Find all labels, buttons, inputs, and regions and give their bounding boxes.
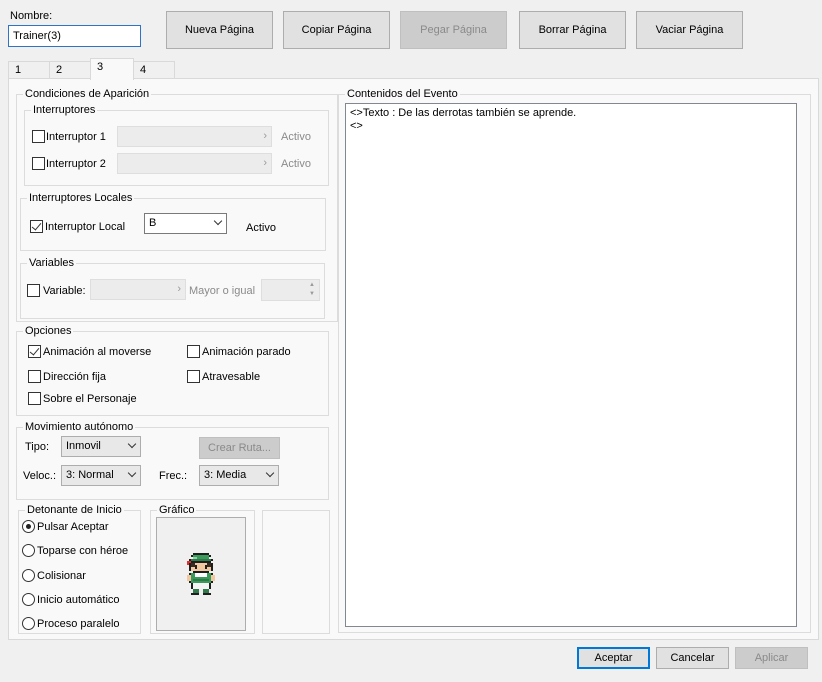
type-value: Inmovil <box>66 440 101 452</box>
graphic-title: Gráfico <box>157 503 197 517</box>
event-command-list[interactable]: <>Texto : De las derrotas también se apr… <box>345 103 797 627</box>
chevron-down-icon <box>127 468 137 478</box>
trigger-label-touch: Toparse con héroe <box>37 545 129 557</box>
tab-4[interactable]: 4 <box>133 61 175 78</box>
options-title: Opciones <box>23 324 74 338</box>
local-switch-label: Interruptor Local <box>45 221 126 233</box>
chevron-right-icon: › <box>263 130 267 142</box>
local-switch-value: B <box>149 217 157 229</box>
chevron-right-icon: › <box>177 283 181 295</box>
trigger-label-collide: Colisionar <box>37 570 86 582</box>
extra-panel <box>262 510 330 634</box>
copy-page-button[interactable]: Copiar Página <box>283 11 390 49</box>
switches-title: Interruptores <box>31 103 98 117</box>
move-anim-checkbox[interactable] <box>28 345 41 358</box>
spin-down-icon[interactable]: ▼ <box>306 290 318 299</box>
trigger-radio-parallel[interactable] <box>22 617 35 630</box>
graphic-preview[interactable] <box>156 517 246 631</box>
chevron-down-icon <box>213 216 223 226</box>
freq-label: Frec.: <box>159 470 188 482</box>
event-command-line[interactable]: <> <box>350 120 792 133</box>
tab-2[interactable]: 2 <box>49 61 91 78</box>
local-switch-state: Activo <box>246 222 276 234</box>
fixed-dir-label: Dirección fija <box>43 371 106 383</box>
name-field[interactable]: Trainer(3) <box>8 25 141 47</box>
chevron-down-icon <box>127 439 137 449</box>
switch2-label: Interruptor 2 <box>46 158 106 170</box>
through-checkbox[interactable] <box>187 370 200 383</box>
trainer-sprite <box>187 553 215 595</box>
create-route-button[interactable]: Crear Ruta... <box>199 437 280 459</box>
speed-select[interactable]: 3: Normal <box>61 465 141 486</box>
paste-page-button[interactable]: Pegar Página <box>400 11 507 49</box>
trigger-radio-touch[interactable] <box>22 544 35 557</box>
trigger-title: Detonante de Inicio <box>25 503 124 517</box>
chevron-right-icon: › <box>263 157 267 169</box>
delete-page-button[interactable]: Borrar Página <box>519 11 626 49</box>
name-label: Nombre: <box>10 10 53 22</box>
stop-anim-checkbox[interactable] <box>187 345 200 358</box>
switches-group: Interruptores <box>24 103 329 186</box>
variable-comparison: Mayor o igual <box>189 285 256 297</box>
freq-value: 3: Media <box>204 469 247 481</box>
switch2-selector[interactable]: › <box>117 153 272 174</box>
above-label: Sobre el Personaje <box>43 393 137 405</box>
move-anim-label: Animación al moverse <box>43 346 152 358</box>
chevron-down-icon <box>265 468 275 478</box>
trigger-label-parallel: Proceso paralelo <box>37 618 120 630</box>
new-page-button[interactable]: Nueva Página <box>166 11 273 49</box>
switch2-state: Activo <box>281 158 311 170</box>
stop-anim-label: Animación parado <box>202 346 291 358</box>
event-command-line[interactable]: <>Texto : De las derrotas también se apr… <box>350 107 792 120</box>
trigger-label-auto: Inicio automático <box>37 594 120 606</box>
variables-title: Variables <box>27 256 77 270</box>
ok-button[interactable]: Aceptar <box>577 647 650 669</box>
trigger-radio-collide[interactable] <box>22 569 35 582</box>
variable-checkbox[interactable] <box>27 284 40 297</box>
switch1-label: Interruptor 1 <box>46 131 106 143</box>
type-select[interactable]: Inmovil <box>61 436 141 457</box>
trigger-radio-auto[interactable] <box>22 593 35 606</box>
tab-1[interactable]: 1 <box>8 61 50 78</box>
local-switches-title: Interruptores Locales <box>27 191 135 205</box>
trigger-radio-action[interactable] <box>22 520 35 533</box>
cancel-button[interactable]: Cancelar <box>656 647 729 669</box>
type-label: Tipo: <box>25 441 50 453</box>
fixed-dir-checkbox[interactable] <box>28 370 41 383</box>
freq-select[interactable]: 3: Media <box>199 465 279 486</box>
tab-3[interactable]: 3 <box>90 58 134 80</box>
switch1-selector[interactable]: › <box>117 126 272 147</box>
autonomous-title: Movimiento autónomo <box>23 420 136 434</box>
speed-value: 3: Normal <box>66 469 114 481</box>
above-checkbox[interactable] <box>28 392 41 405</box>
switch2-checkbox[interactable] <box>32 157 45 170</box>
variable-label: Variable: <box>43 285 86 297</box>
variable-selector[interactable]: › <box>90 279 186 300</box>
spin-up-icon[interactable]: ▲ <box>306 281 318 290</box>
switch1-state: Activo <box>281 131 311 143</box>
conditions-title: Condiciones de Aparición <box>23 87 152 101</box>
apply-button[interactable]: Aplicar <box>735 647 808 669</box>
speed-label: Veloc.: <box>23 470 57 482</box>
local-switch-select[interactable]: B <box>144 213 227 234</box>
switch1-checkbox[interactable] <box>32 130 45 143</box>
clear-page-button[interactable]: Vaciar Página <box>636 11 743 49</box>
through-label: Atravesable <box>202 371 261 383</box>
local-switch-checkbox[interactable] <box>30 220 43 233</box>
variable-value-stepper[interactable]: ▲ ▼ <box>261 279 320 301</box>
event-contents-title: Contenidos del Evento <box>345 87 460 101</box>
trigger-label-action: Pulsar Aceptar <box>37 521 109 533</box>
